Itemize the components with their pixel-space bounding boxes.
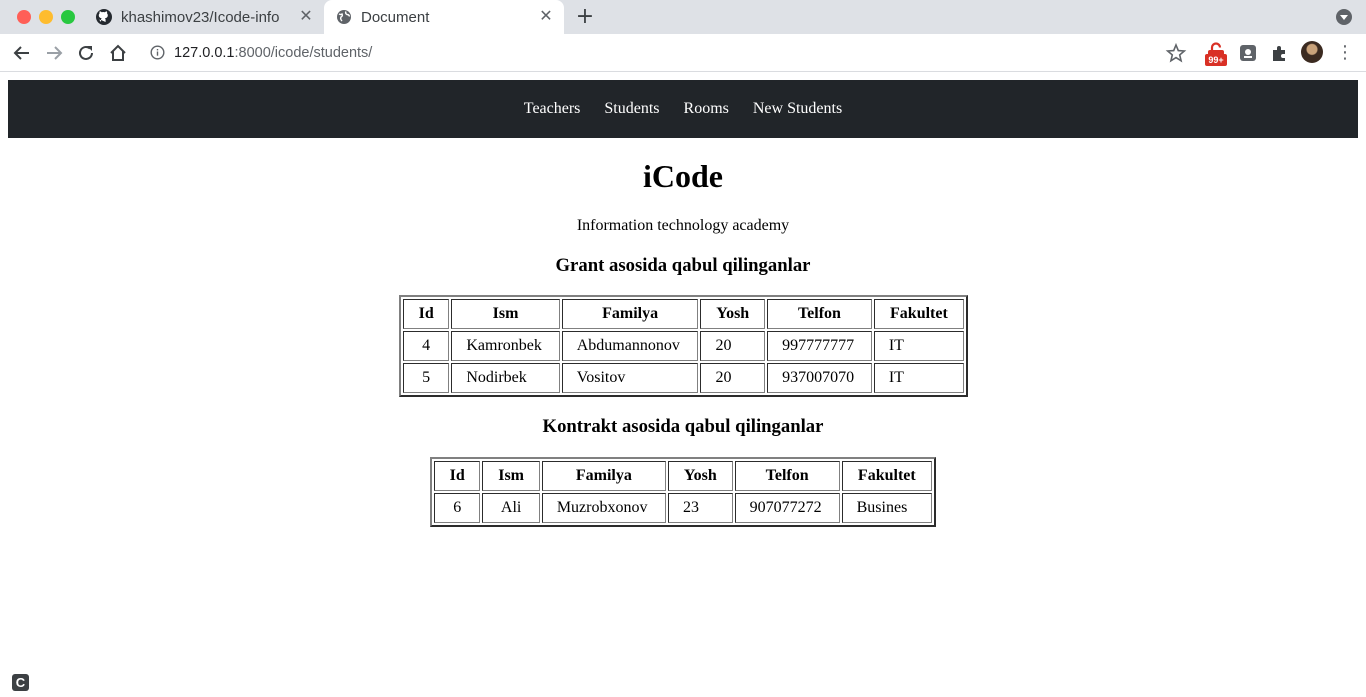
close-tab-icon[interactable]: ✕	[538, 9, 554, 25]
window-minimize-button[interactable]	[39, 10, 53, 24]
url-path: :8000/icode/students/	[234, 45, 373, 61]
info-icon[interactable]	[150, 45, 165, 60]
cell-familya: Abdumannonov	[561, 331, 699, 361]
cell-ism: Ali	[482, 493, 540, 523]
column-header-ism: Ism	[482, 461, 540, 491]
tab-search-icon[interactable]	[1336, 9, 1352, 25]
window-maximize-button[interactable]	[61, 10, 75, 24]
home-icon[interactable]	[107, 42, 129, 64]
cell-yosh: 20	[700, 363, 766, 393]
profile-avatar[interactable]	[1301, 41, 1323, 63]
column-header-ism: Ism	[451, 299, 560, 329]
extension-badge: 99+	[1205, 54, 1227, 66]
cell-telfon: 997777777	[767, 331, 872, 361]
browser-tab-github[interactable]: khashimov23/Icode-info ✕	[88, 0, 324, 34]
kontrakt-section-title: Kontrakt asosida qabul qilinganlar	[542, 416, 824, 437]
window-close-button[interactable]	[17, 10, 31, 24]
cell-id: 4	[403, 331, 450, 361]
cell-telfon: 907077272	[734, 493, 840, 523]
table-row: 5 Nodirbek Vositov 20 937007070 IT	[403, 363, 964, 393]
table-header-row: Id Ism Familya Yosh Telfon Fakultet	[403, 299, 964, 329]
address-bar[interactable]: 127.0.0.1:8000/icode/students/	[174, 42, 372, 64]
cell-yosh: 23	[667, 493, 733, 523]
nav-link-new-students[interactable]: New Students	[753, 100, 842, 118]
close-tab-icon[interactable]: ✕	[298, 9, 314, 25]
column-header-id: Id	[403, 299, 450, 329]
column-header-telfon: Telfon	[767, 299, 872, 329]
grant-section-title: Grant asosida qabul qilinganlar	[555, 255, 811, 276]
cell-familya: Muzrobxonov	[541, 493, 666, 523]
tab-title: khashimov23/Icode-info	[121, 8, 280, 26]
corner-app-icon[interactable]: C	[12, 674, 29, 691]
cell-telfon: 937007070	[767, 363, 872, 393]
column-header-familya: Familya	[541, 461, 666, 491]
globe-icon	[337, 10, 351, 24]
extensions-puzzle-icon[interactable]	[1269, 42, 1291, 64]
cell-ism: Nodirbek	[451, 363, 560, 393]
back-icon[interactable]	[11, 42, 33, 64]
nav-link-students[interactable]: Students	[604, 100, 659, 118]
page-subtitle: Information technology academy	[576, 217, 790, 234]
url-host: 127.0.0.1	[174, 45, 235, 61]
star-bookmark-icon[interactable]	[1165, 42, 1187, 64]
column-header-fakultet: Fakultet	[841, 461, 932, 491]
column-header-yosh: Yosh	[700, 299, 766, 329]
column-header-fakultet: Fakultet	[873, 299, 964, 329]
new-tab-button[interactable]: +	[575, 6, 595, 28]
tab-strip: khashimov23/Icode-info ✕ Document ✕ +	[0, 0, 1366, 34]
column-header-yosh: Yosh	[667, 461, 733, 491]
column-header-id: Id	[434, 461, 481, 491]
table-row: 6 Ali Muzrobxonov 23 907077272 Busines	[434, 493, 932, 523]
cell-fakultet: Busines	[841, 493, 932, 523]
page-content: Teachers Students Rooms New Students iCo…	[0, 72, 1366, 697]
cell-fakultet: IT	[873, 363, 964, 393]
cell-yosh: 20	[700, 331, 766, 361]
forward-icon[interactable]	[43, 42, 65, 64]
github-icon	[96, 9, 112, 25]
cell-familya: Vositov	[561, 363, 699, 393]
column-header-telfon: Telfon	[734, 461, 840, 491]
screenshot-extension-icon[interactable]	[1237, 42, 1259, 64]
nav-link-rooms[interactable]: Rooms	[684, 100, 729, 118]
table-row: 4 Kamronbek Abdumannonov 20 997777777 IT	[403, 331, 964, 361]
cell-ism: Kamronbek	[451, 331, 560, 361]
page-title: iCode	[643, 158, 723, 194]
cell-fakultet: IT	[873, 331, 964, 361]
column-header-familya: Familya	[561, 299, 699, 329]
browser-menu-icon[interactable]: ⋮	[1336, 42, 1354, 64]
nav-link-teachers[interactable]: Teachers	[524, 100, 581, 118]
kontrakt-students-table: Id Ism Familya Yosh Telfon Fakultet 6 Al…	[430, 457, 936, 527]
browser-tab-document[interactable]: Document ✕	[324, 0, 564, 34]
browser-toolbar: 127.0.0.1:8000/icode/students/ 99+ ⋮	[0, 34, 1366, 72]
table-header-row: Id Ism Familya Yosh Telfon Fakultet	[434, 461, 932, 491]
tab-title: Document	[361, 8, 430, 26]
grant-students-table: Id Ism Familya Yosh Telfon Fakultet 4 Ka…	[399, 295, 968, 397]
cell-id: 5	[403, 363, 450, 393]
top-navbar: Teachers Students Rooms New Students	[8, 80, 1358, 138]
reload-icon[interactable]	[75, 42, 97, 64]
cell-id: 6	[434, 493, 481, 523]
